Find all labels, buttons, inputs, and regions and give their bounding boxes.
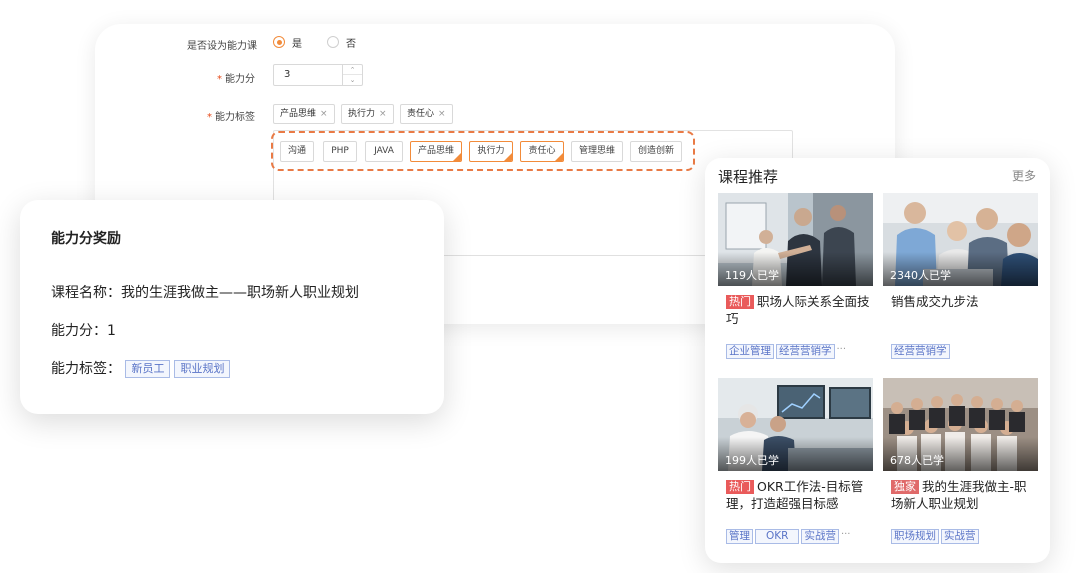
course-thumbnail: 119人已学 xyxy=(718,193,873,286)
tag-option[interactable]: 管理思维 xyxy=(571,141,623,162)
course-title: 独家 我的生涯我做主-职场新人职业规划 xyxy=(891,479,1027,511)
course-thumbnail: 199人已学 xyxy=(718,378,873,471)
recommend-title: 课程推荐 xyxy=(718,168,779,186)
course-thumbnail: 678人已学 xyxy=(883,378,1038,471)
reward-tags-row: 能力标签： 新员工 职业规划 xyxy=(51,358,234,378)
course-tag[interactable]: OKR xyxy=(755,529,800,544)
learner-count: 678人已学 xyxy=(890,454,944,467)
tag-option[interactable]: JAVA xyxy=(365,141,403,162)
tag-option[interactable]: 沟通 xyxy=(280,141,314,162)
course-thumbnail: 2340人已学 xyxy=(883,193,1038,286)
course-tags: 企业管理 经营营销学 ··· xyxy=(726,339,872,359)
capability-course-label: 是否设为能力课 xyxy=(187,41,257,52)
remove-icon[interactable]: × xyxy=(320,109,328,119)
course-tag[interactable]: 实战营 xyxy=(801,529,839,544)
course-tags: 经营营销学 xyxy=(891,339,1037,359)
hot-badge: 热门 xyxy=(726,295,754,309)
stepper-up-icon[interactable]: ⌃ xyxy=(343,65,362,75)
course-tag[interactable]: 经营营销学 xyxy=(776,344,835,359)
course-tag[interactable]: 职场规划 xyxy=(891,529,939,544)
learner-count: 199人已学 xyxy=(725,454,779,467)
course-tags: 职场规划 实战营 xyxy=(891,524,1037,544)
course-card[interactable]: 678人已学 独家 我的生涯我做主-职场新人职业规划 职场规划 实战营 xyxy=(883,378,1038,548)
exclusive-badge: 独家 xyxy=(891,480,919,494)
reward-course-name: 我的生涯我做主——职场新人职业规划 xyxy=(121,285,359,301)
remove-icon[interactable]: × xyxy=(438,109,446,119)
course-tag[interactable]: 管理 xyxy=(726,529,753,544)
learner-count: 119人已学 xyxy=(725,269,779,282)
radio-yes-label: 是 xyxy=(292,39,302,50)
tag-option[interactable]: PHP xyxy=(323,141,357,162)
capability-reward-popup: 能力分奖励 课程名称：我的生涯我做主——职场新人职业规划 能力分：1 能力标签：… xyxy=(20,200,444,414)
learner-count: 2340人已学 xyxy=(890,269,951,282)
selected-tag[interactable]: 产品思维 × xyxy=(273,104,335,124)
hot-badge: 热门 xyxy=(726,480,754,494)
score-label: * 能力分 xyxy=(217,74,255,85)
course-card[interactable]: 119人已学 热门 职场人际关系全面技巧 企业管理 经营营销学 ··· xyxy=(718,193,873,363)
course-card[interactable]: 199人已学 热门 OKR工作法-目标管理，打造超强目标感 管理 OKR 实战营 ··· xyxy=(718,378,873,548)
reward-score-row: 能力分：1 xyxy=(51,323,116,339)
course-tag[interactable]: 经营营销学 xyxy=(891,344,950,359)
selected-tag[interactable]: 责任心 × xyxy=(400,104,453,124)
stepper-down-icon[interactable]: ⌄ xyxy=(343,75,362,85)
tag-option[interactable]: 创造创新 xyxy=(630,141,682,162)
course-tag[interactable]: 企业管理 xyxy=(726,344,774,359)
reward-tag: 职业规划 xyxy=(174,360,231,378)
course-tag[interactable]: 实战营 xyxy=(941,529,979,544)
course-title: 热门 OKR工作法-目标管理，打造超强目标感 xyxy=(726,479,864,511)
course-card[interactable]: 2340人已学 销售成交九步法 经营营销学 xyxy=(883,193,1038,363)
radio-no[interactable] xyxy=(327,36,339,48)
tag-option-selected[interactable]: 执行力 xyxy=(469,141,513,162)
reward-course-row: 课程名称：我的生涯我做主——职场新人职业规划 xyxy=(51,285,359,301)
reward-tag: 新员工 xyxy=(125,360,171,378)
score-stepper[interactable]: 3 ⌃ ⌄ xyxy=(273,64,363,86)
more-tags-icon: ··· xyxy=(840,529,851,540)
reward-score: 1 xyxy=(107,323,116,339)
radio-yes[interactable] xyxy=(273,36,285,48)
course-title: 销售成交九步法 xyxy=(891,294,979,309)
course-tags: 管理 OKR 实战营 ··· xyxy=(726,524,872,544)
selected-tag[interactable]: 执行力 × xyxy=(341,104,394,124)
course-recommend-panel: 课程推荐 更多 119人已学 热门 职场人际关系全面技巧 企业管理 经营营销学 ··· xyxy=(705,158,1050,563)
reward-title: 能力分奖励 xyxy=(51,231,121,247)
tags-label: * 能力标签 xyxy=(207,112,255,123)
tag-option-selected[interactable]: 责任心 xyxy=(520,141,564,162)
radio-no-label: 否 xyxy=(346,39,356,50)
more-tags-icon: ··· xyxy=(836,344,847,355)
remove-icon[interactable]: × xyxy=(379,109,387,119)
course-title: 热门 职场人际关系全面技巧 xyxy=(726,294,870,326)
score-stepper-value[interactable]: 3 xyxy=(284,69,290,80)
more-link[interactable]: 更多 xyxy=(1012,167,1036,184)
tag-option-selected[interactable]: 产品思维 xyxy=(410,141,462,162)
